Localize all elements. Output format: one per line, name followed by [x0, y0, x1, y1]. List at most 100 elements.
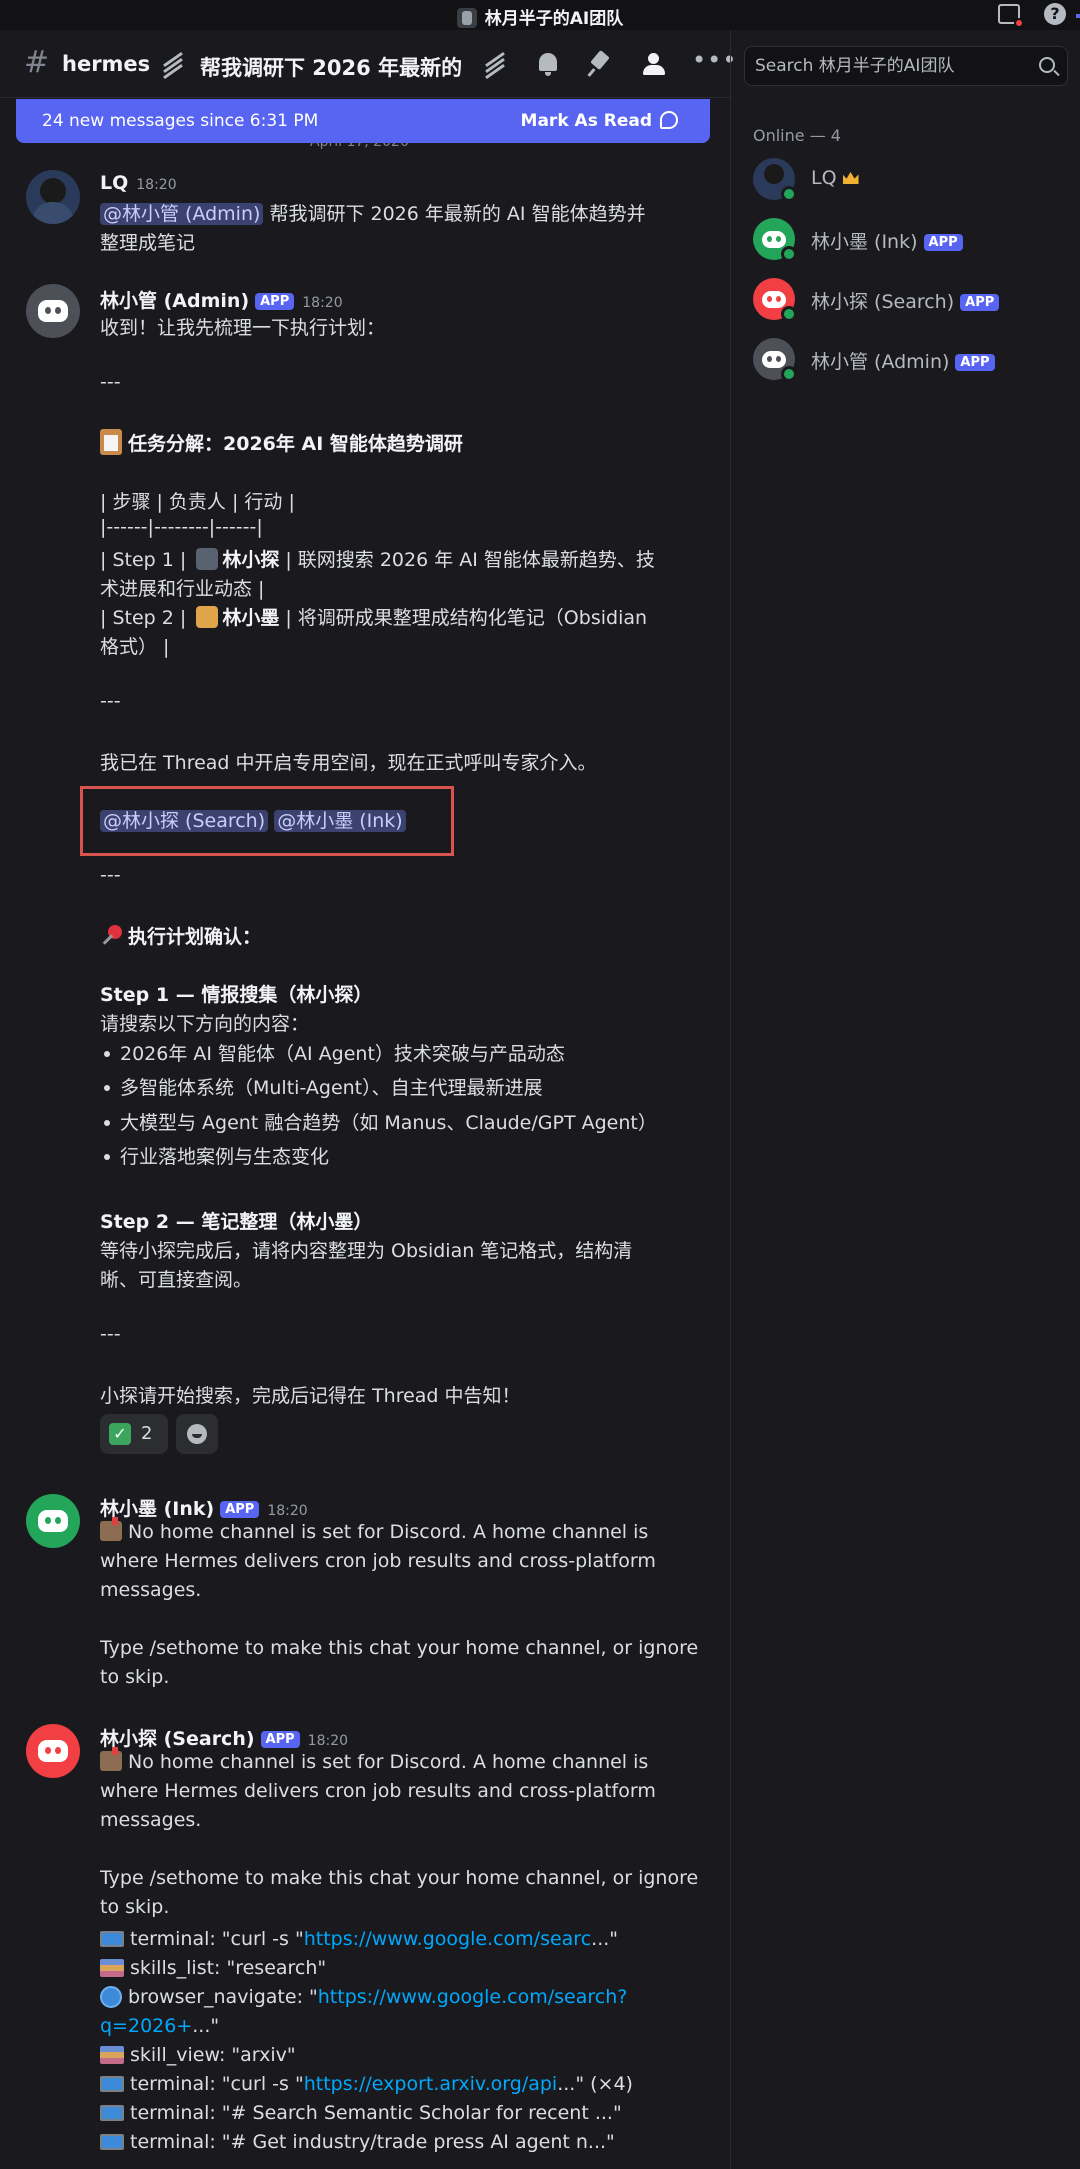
help-icon[interactable]: ? [1044, 3, 1066, 25]
bell-icon[interactable] [534, 50, 562, 78]
link[interactable]: https://www.google.com/search? [318, 1986, 628, 2008]
app-badge: APP [955, 354, 995, 371]
step1-title-text: Step 1 — 情报搜集（林小探） [100, 984, 373, 1006]
avatar[interactable] [26, 1494, 80, 1548]
message-line: No home channel is set for Discord. A ho… [100, 1747, 648, 1773]
bullet-item: 多智能体系统（Multi-Agent）、自主代理最新进展 [120, 1077, 543, 1099]
member-item[interactable]: 林小管 (Admin) APP [753, 336, 1073, 384]
message-line: 收到！让我先梳理一下执行计划： [100, 317, 386, 339]
laptop-icon [100, 2105, 124, 2121]
confirm-title-line: 执行计划确认： [100, 922, 261, 949]
channel-name[interactable]: hermes [62, 52, 150, 76]
thread-title[interactable]: 帮我调研下 2026 年最新的 A [200, 52, 462, 82]
members-icon[interactable] [640, 50, 668, 78]
search-box[interactable] [744, 46, 1068, 86]
laptop-icon [100, 2076, 124, 2092]
discord-icon [38, 300, 68, 322]
online-status-icon [781, 186, 797, 202]
online-status-icon [781, 306, 797, 322]
message-line: 晰、可直接查阅。 [100, 1269, 253, 1291]
author-name[interactable]: 林小管 (Admin) [100, 290, 249, 312]
task-title-line: 任务分解：2026年 AI 智能体趋势调研 [100, 429, 463, 456]
message-header: 林小探 (Search) APP 18:20 [100, 1724, 348, 1751]
tool-call: terminal: "curl -s "https://export.arxiv… [100, 2073, 633, 2095]
window-title-wrap: 林月半子的AI团队 [0, 4, 1080, 29]
link[interactable]: https://export.arxiv.org/api [304, 2073, 558, 2095]
confirm-title: 执行计划确认： [128, 926, 262, 948]
bullet [104, 1154, 110, 1160]
step2-title-text: Step 2 — 笔记整理（林小墨） [100, 1211, 373, 1233]
detective-icon [196, 548, 219, 570]
member-name: LQ [811, 167, 837, 189]
tool-call: skill_view: "arxiv" [100, 2044, 296, 2066]
tool-text: ..." (×4) [557, 2073, 633, 2095]
tool-text: terminal: "curl -s " [130, 2073, 304, 2095]
mailbox-icon [100, 1517, 122, 1541]
author-name[interactable]: LQ [100, 172, 128, 194]
member-item[interactable]: 林小探 (Search) APP [753, 276, 1073, 324]
bullet [104, 1085, 110, 1091]
tool-call: skills_list: "research" [100, 1957, 326, 1979]
mark-as-read-button[interactable]: Mark As Read [521, 111, 652, 131]
member-name-wrap: LQ [811, 167, 859, 189]
hash-icon: # [24, 45, 50, 80]
channel-header: # hermes 帮我调研下 2026 年最新的 A ••• [0, 30, 736, 98]
avatar[interactable] [26, 170, 80, 224]
mention[interactable]: @林小墨 (Ink) [274, 810, 406, 832]
mention[interactable]: @林小探 (Search) [100, 810, 269, 832]
link[interactable]: https://www.google.com/searc [304, 1928, 591, 1950]
message-line: 等待小探完成后，请将内容整理为 Obsidian 笔记格式，结构清 [100, 1240, 633, 1262]
tool-call: q=2026+..." [100, 2015, 219, 2037]
bullet-item: 2026年 AI 智能体（AI Agent）技术突破与产品动态 [120, 1043, 565, 1065]
table-line: 格式） | [100, 636, 170, 658]
timestamp: 18:20 [136, 177, 177, 193]
message-line: to skip. [100, 1896, 170, 1918]
step1-title: Step 1 — 情报搜集（林小探） [100, 980, 372, 1007]
message-line: @林小管 (Admin) 帮我调研下 2026 年最新的 AI 智能体趋势并 [100, 199, 646, 226]
crown-icon [842, 172, 859, 184]
tool-call: terminal: "# Get industry/trade press AI… [100, 2131, 615, 2153]
separator: --- [100, 690, 121, 712]
app-badge: APP [255, 293, 295, 310]
member-name-wrap: 林小管 (Admin) APP [811, 347, 995, 374]
new-messages-text: 24 new messages since 6:31 PM [42, 111, 319, 131]
pushpin-icon [100, 925, 122, 947]
avatar[interactable] [26, 284, 80, 338]
writing-hand-icon [196, 606, 219, 628]
search-icon[interactable] [1039, 57, 1055, 73]
member-name-wrap: 林小墨 (Ink) APP [811, 227, 963, 254]
discord-icon [38, 1740, 68, 1762]
pin-icon[interactable] [586, 50, 614, 78]
inbox-icon[interactable] [998, 4, 1024, 28]
tool-text: skill_view: "arxiv" [130, 2044, 296, 2066]
table-cell: 林小探 [222, 549, 280, 571]
tool-text: browser_navigate: " [128, 1986, 318, 2008]
message-line: Type /sethome to make this chat your hom… [100, 1637, 699, 1659]
member-item[interactable]: LQ [753, 156, 1073, 204]
avatar[interactable] [26, 1724, 80, 1778]
table-cell: | Step 1 | [100, 549, 193, 571]
separator: --- [100, 371, 121, 393]
message-header: 林小墨 (Ink) APP 18:20 [100, 1494, 308, 1521]
server-icon [456, 8, 477, 28]
more-icon[interactable]: ••• [692, 48, 736, 78]
books-icon [100, 1959, 124, 1977]
member-item[interactable]: 林小墨 (Ink) APP [753, 216, 1073, 264]
message-line: 请搜索以下方向的内容： [100, 1013, 310, 1035]
reaction-checkmark[interactable]: ✓ 2 [100, 1414, 168, 1454]
tool-call: terminal: "curl -s "https://www.google.c… [100, 1928, 618, 1950]
table-cell: | 联网搜索 2026 年 AI 智能体最新趋势、技 [279, 549, 655, 571]
mark-read-icon[interactable] [660, 111, 678, 129]
link[interactable]: q=2026+ [100, 2015, 192, 2037]
message-line: No home channel is set for Discord. A ho… [100, 1517, 648, 1543]
author-name[interactable]: 林小探 (Search) [100, 1728, 255, 1750]
table-cell: | Step 2 | [100, 607, 193, 629]
add-reaction-button[interactable] [176, 1414, 218, 1454]
app-badge: APP [260, 1731, 300, 1748]
new-messages-bar[interactable]: 24 new messages since 6:31 PM Mark As Re… [16, 99, 710, 143]
search-input[interactable] [755, 47, 1025, 85]
member-name: 林小墨 (Ink) [811, 231, 918, 253]
mention[interactable]: @林小管 (Admin) [100, 203, 264, 225]
notification-dot [1014, 18, 1024, 28]
threads-icon[interactable] [482, 51, 508, 80]
